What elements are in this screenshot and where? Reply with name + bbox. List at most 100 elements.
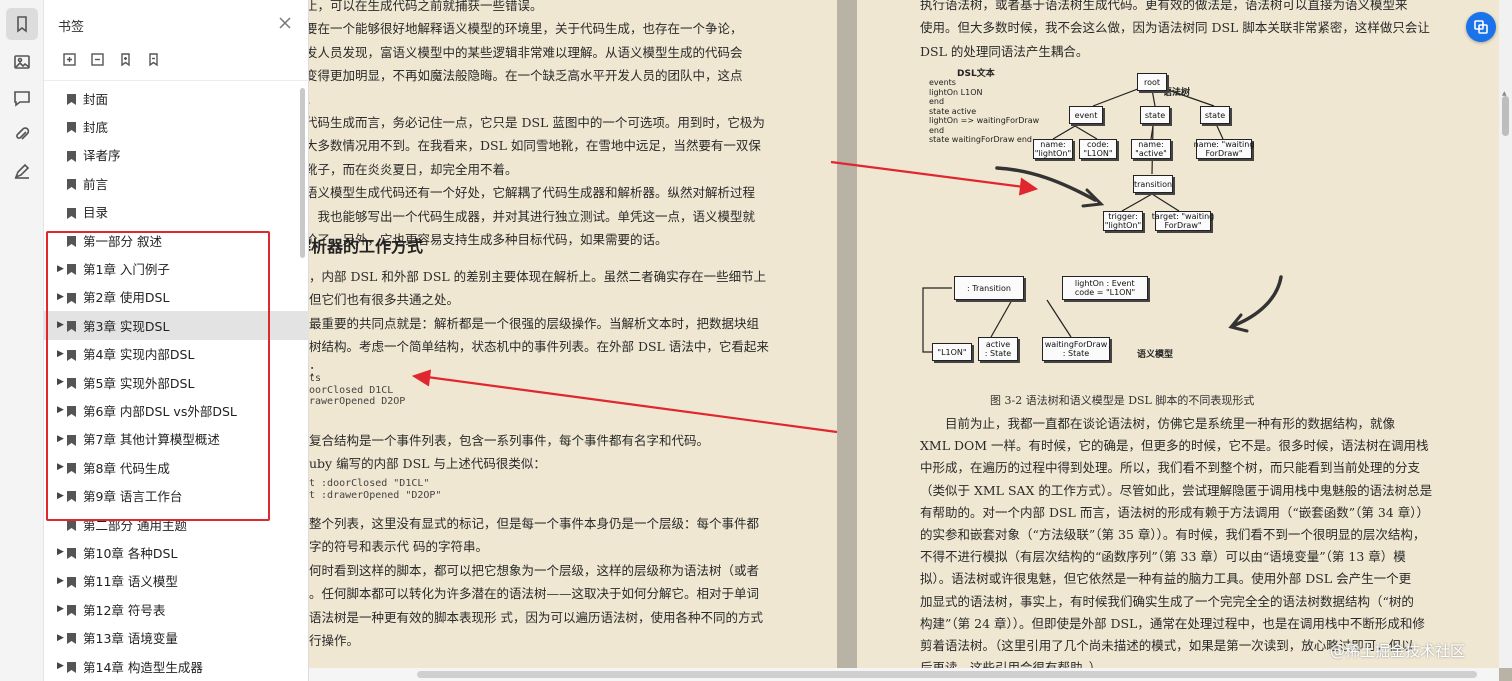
bookmark-label: 第二部分 通用主题 bbox=[83, 517, 187, 533]
thumbnail-panel-button[interactable] bbox=[6, 46, 38, 78]
add-bookmark-button[interactable] bbox=[116, 50, 134, 68]
bookmark-panel-button[interactable] bbox=[6, 8, 38, 40]
bookmark-label: 第1章 入门例子 bbox=[83, 262, 170, 278]
expand-caret-icon[interactable]: ▶ bbox=[57, 604, 65, 614]
close-panel-button[interactable] bbox=[276, 14, 294, 32]
horizontal-scrollbar[interactable] bbox=[309, 668, 1499, 681]
bookmark-label: 第12章 符号表 bbox=[83, 602, 166, 618]
bookmark-item[interactable]: 前言 bbox=[44, 169, 309, 197]
document-view[interactable]: 止，可以在生成代码之前就捕获一些错误。 要在一个能够很好地解释语义模型的环境里，关… bbox=[309, 0, 1512, 681]
bookmark-item[interactable]: 目录 bbox=[44, 198, 309, 226]
bookmark-label: 第10章 各种DSL bbox=[83, 545, 178, 561]
bookmark-icon bbox=[67, 178, 76, 191]
bookmark-item[interactable]: ▶ 第8章 代码生成 bbox=[44, 453, 309, 481]
bookmark-icon bbox=[17, 16, 27, 33]
vertical-scroll-thumb[interactable] bbox=[1502, 96, 1509, 136]
bookmark-icon bbox=[67, 150, 76, 162]
expand-caret-icon[interactable]: ▶ bbox=[57, 349, 65, 359]
bookmark-item[interactable]: ▶ 第3章 实现DSL bbox=[44, 311, 309, 340]
attachment-panel-button[interactable] bbox=[6, 118, 38, 150]
bookmark-remove-icon bbox=[148, 52, 158, 66]
bookmark-icon bbox=[67, 462, 76, 475]
expand-all-button[interactable] bbox=[60, 50, 78, 68]
bookmark-label: 第4章 实现内部DSL bbox=[83, 347, 195, 363]
vertical-scrollbar[interactable]: ▲ bbox=[1499, 0, 1512, 668]
bookmark-label: 第3章 实现DSL bbox=[83, 318, 170, 334]
expand-caret-icon[interactable]: ▶ bbox=[57, 576, 65, 586]
bookmark-label: 第9章 语言工作台 bbox=[83, 489, 183, 505]
comment-panel-button[interactable] bbox=[6, 82, 38, 114]
image-icon bbox=[14, 55, 30, 69]
collapse-all-button[interactable] bbox=[88, 50, 106, 68]
bookmark-label: 第14章 构造型生成器 bbox=[83, 659, 203, 675]
expand-caret-icon[interactable]: ▶ bbox=[57, 491, 65, 501]
panel-scrollbar[interactable] bbox=[300, 88, 305, 258]
bookmark-label: 第7章 其他计算模型概述 bbox=[83, 432, 220, 448]
bookmark-item[interactable]: ▶ 第14章 构造型生成器 bbox=[44, 652, 309, 680]
floating-translate-button[interactable] bbox=[1466, 12, 1496, 42]
bookmark-label: 前言 bbox=[83, 176, 109, 192]
pen-icon bbox=[14, 163, 30, 179]
bookmark-icon bbox=[67, 519, 76, 531]
bookmark-icon bbox=[67, 434, 76, 446]
bookmark-item[interactable]: ▶ 第12章 符号表 bbox=[44, 595, 309, 623]
remove-bookmark-button[interactable] bbox=[144, 50, 162, 68]
close-icon bbox=[279, 17, 291, 29]
bookmark-icon bbox=[67, 93, 76, 105]
bookmark-icon bbox=[67, 547, 76, 560]
expand-caret-icon[interactable]: ▶ bbox=[57, 320, 65, 330]
bookmark-list: 封面封底译者序前言目录第一部分 叙述 ▶ 第1章 入门例子 ▶ 第2章 使用DSL ▶ 第3… bbox=[44, 84, 309, 680]
expand-caret-icon[interactable]: ▶ bbox=[57, 633, 65, 643]
collapse-icon bbox=[90, 52, 104, 66]
expand-caret-icon[interactable]: ▶ bbox=[57, 547, 65, 557]
bookmark-item[interactable]: ▶ 第6章 内部DSL vs外部DSL bbox=[44, 396, 309, 424]
bookmark-item[interactable]: ▶ 第1章 入门例子 bbox=[44, 254, 309, 282]
bookmark-item[interactable]: ▶ 第11章 语义模型 bbox=[44, 567, 309, 595]
bookmark-label: 第2章 使用DSL bbox=[83, 290, 170, 306]
bookmark-item[interactable]: ▶ 第2章 使用DSL bbox=[44, 283, 309, 311]
expand-caret-icon[interactable]: ▶ bbox=[57, 264, 65, 274]
horizontal-scroll-thumb[interactable] bbox=[417, 671, 1477, 678]
bookmark-label: 第6章 内部DSL vs外部DSL bbox=[83, 403, 237, 419]
bookmark-icon bbox=[67, 235, 76, 247]
bookmark-add-icon bbox=[120, 52, 130, 66]
bookmark-icon bbox=[67, 263, 76, 276]
bookmark-label: 第一部分 叙述 bbox=[83, 233, 162, 249]
expand-caret-icon[interactable]: ▶ bbox=[57, 434, 65, 444]
expand-caret-icon[interactable]: ▶ bbox=[57, 405, 65, 415]
bookmark-item[interactable]: ▶ 第9章 语言工作台 bbox=[44, 481, 309, 509]
panel-title: 书签 bbox=[58, 20, 85, 35]
bookmark-item[interactable]: ▶ 第7章 其他计算模型概述 bbox=[44, 425, 309, 453]
bookmark-item[interactable]: ▶ 第13章 语境变量 bbox=[44, 623, 309, 651]
bookmark-item[interactable]: ▶ 第5章 实现外部DSL bbox=[44, 368, 309, 396]
bookmark-icon bbox=[67, 405, 76, 418]
annotation-arrows bbox=[411, 160, 1039, 434]
expand-caret-icon[interactable]: ▶ bbox=[57, 661, 65, 671]
bookmark-item[interactable]: ▶ 第4章 实现内部DSL bbox=[44, 340, 309, 368]
bookmark-item[interactable]: 译者序 bbox=[44, 141, 309, 169]
bookmark-tools bbox=[60, 50, 162, 70]
bookmark-item[interactable]: 封面 bbox=[44, 84, 309, 112]
bookmark-label: 译者序 bbox=[83, 148, 121, 164]
bookmark-item[interactable]: 第二部分 通用主题 bbox=[44, 510, 309, 538]
bookmark-icon bbox=[67, 292, 76, 304]
signature-panel-button[interactable] bbox=[6, 155, 38, 187]
bookmark-item[interactable]: 封底 bbox=[44, 112, 309, 140]
translate-icon bbox=[1474, 20, 1488, 34]
bookmark-icon bbox=[67, 320, 76, 333]
bookmark-label: 封面 bbox=[83, 91, 109, 107]
expand-caret-icon[interactable]: ▶ bbox=[57, 462, 65, 472]
bookmark-panel: 书签 封面封底译者序前言目录第一部分 叙述 ▶ 第1章 入门例子 ▶ 第2章 使用DSL… bbox=[44, 0, 309, 681]
expand-caret-icon[interactable]: ▶ bbox=[57, 377, 65, 387]
watermark: @稀土掘金技术社区 bbox=[1330, 642, 1466, 660]
bookmark-icon bbox=[67, 207, 76, 219]
bookmark-label: 第11章 语义模型 bbox=[83, 574, 178, 590]
expand-caret-icon[interactable]: ▶ bbox=[57, 292, 65, 302]
bookmark-label: 目录 bbox=[83, 205, 109, 221]
bookmark-item[interactable]: ▶ 第10章 各种DSL bbox=[44, 538, 309, 566]
bookmark-icon bbox=[67, 632, 76, 645]
bookmark-item[interactable]: 第一部分 叙述 bbox=[44, 226, 309, 254]
bookmark-label: 第8章 代码生成 bbox=[83, 460, 170, 476]
bookmark-icon bbox=[67, 604, 76, 617]
bookmark-label: 第13章 语境变量 bbox=[83, 631, 178, 647]
